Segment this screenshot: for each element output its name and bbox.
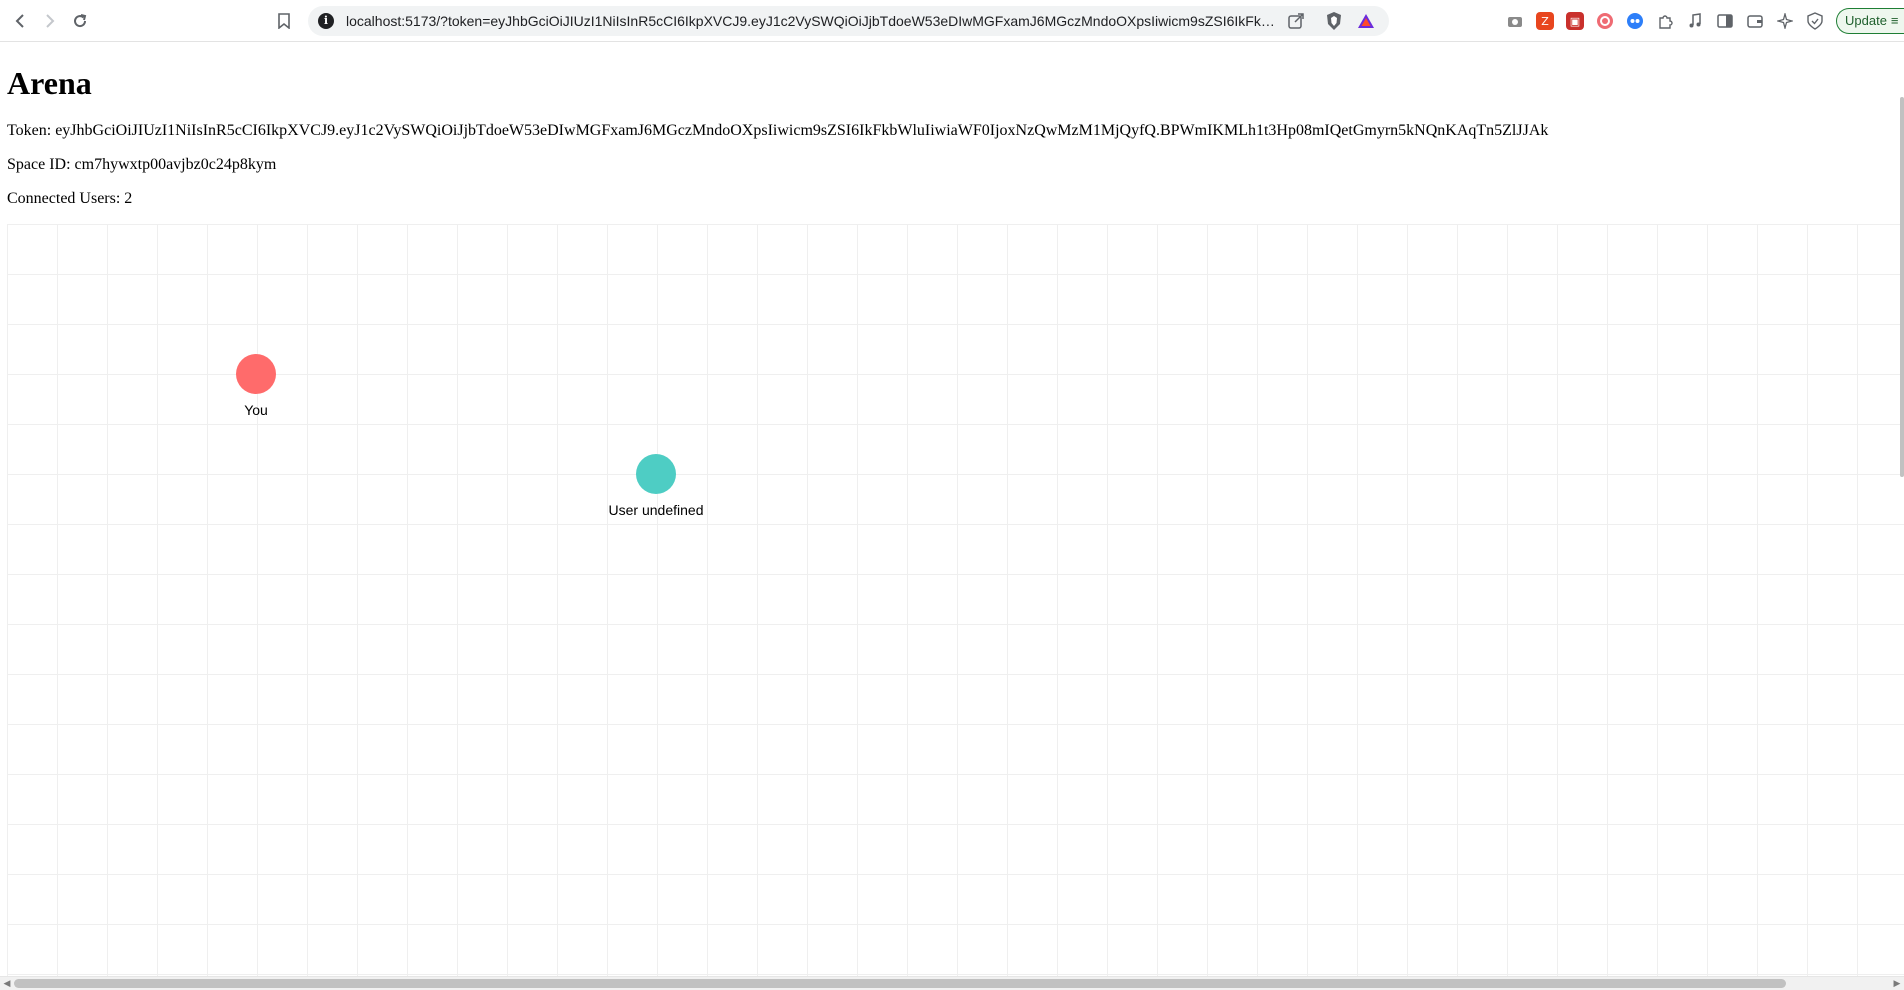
puzzle-icon[interactable] bbox=[1656, 12, 1674, 30]
site-info-icon[interactable]: i bbox=[318, 13, 334, 29]
vpn-icon[interactable] bbox=[1806, 12, 1824, 30]
user-label-other: User undefined bbox=[608, 502, 704, 518]
space-id-text: Space ID: cm7hywxtp00avjbz0c24p8kym bbox=[7, 156, 277, 173]
user-label-self: You bbox=[244, 402, 268, 418]
share-icon[interactable] bbox=[1286, 11, 1306, 31]
music-icon[interactable] bbox=[1686, 12, 1704, 30]
sidebar-icon[interactable] bbox=[1716, 12, 1734, 30]
horizontal-scrollbar-thumb[interactable] bbox=[14, 979, 1786, 988]
brave-rewards-icon[interactable] bbox=[1356, 11, 1376, 31]
leo-icon[interactable] bbox=[1776, 12, 1794, 30]
camera-icon[interactable] bbox=[1506, 12, 1524, 30]
url-text[interactable]: localhost:5173/?token=eyJhbGciOiJIUzI1Ni… bbox=[346, 13, 1276, 29]
update-button[interactable]: Update ≡ bbox=[1836, 8, 1904, 34]
arena-grid[interactable]: You User undefined bbox=[7, 224, 1904, 984]
connected-users-text: Connected Users: 2 bbox=[7, 190, 133, 207]
pdf-icon[interactable]: ▣ bbox=[1566, 12, 1584, 30]
scroll-left-icon[interactable]: ◀ bbox=[1, 978, 13, 990]
brave-shield-icon[interactable] bbox=[1324, 11, 1344, 31]
browser-toolbar: i localhost:5173/?token=eyJhbGciOiJIUzI1… bbox=[0, 0, 1904, 42]
zotero-icon[interactable]: Z bbox=[1536, 12, 1554, 30]
reload-icon[interactable] bbox=[68, 9, 92, 33]
vertical-scrollbar[interactable] bbox=[1900, 97, 1904, 477]
forward-icon[interactable] bbox=[38, 9, 62, 33]
target-icon[interactable] bbox=[1596, 12, 1614, 30]
update-label: Update bbox=[1845, 13, 1887, 28]
back-icon[interactable] bbox=[8, 9, 32, 33]
page-title: Arena bbox=[7, 65, 92, 101]
extension-blue-icon[interactable] bbox=[1626, 12, 1644, 30]
user-avatar-other[interactable] bbox=[636, 454, 676, 494]
wallet-icon[interactable] bbox=[1746, 12, 1764, 30]
scroll-right-icon[interactable]: ▶ bbox=[1891, 978, 1903, 990]
horizontal-scrollbar[interactable]: ◀ ▶ bbox=[0, 976, 1904, 990]
page-content: Arena Token: eyJhbGciOiJIUzI1NiIsInR5cCI… bbox=[0, 43, 1904, 984]
address-bar[interactable]: i localhost:5173/?token=eyJhbGciOiJIUzI1… bbox=[308, 6, 1389, 36]
token-text: Token: eyJhbGciOiJIUzI1NiIsInR5cCI6IkpXV… bbox=[7, 122, 1549, 139]
user-avatar-self[interactable] bbox=[236, 354, 276, 394]
bookmark-icon[interactable] bbox=[272, 9, 296, 33]
menu-icon: ≡ bbox=[1890, 13, 1899, 28]
